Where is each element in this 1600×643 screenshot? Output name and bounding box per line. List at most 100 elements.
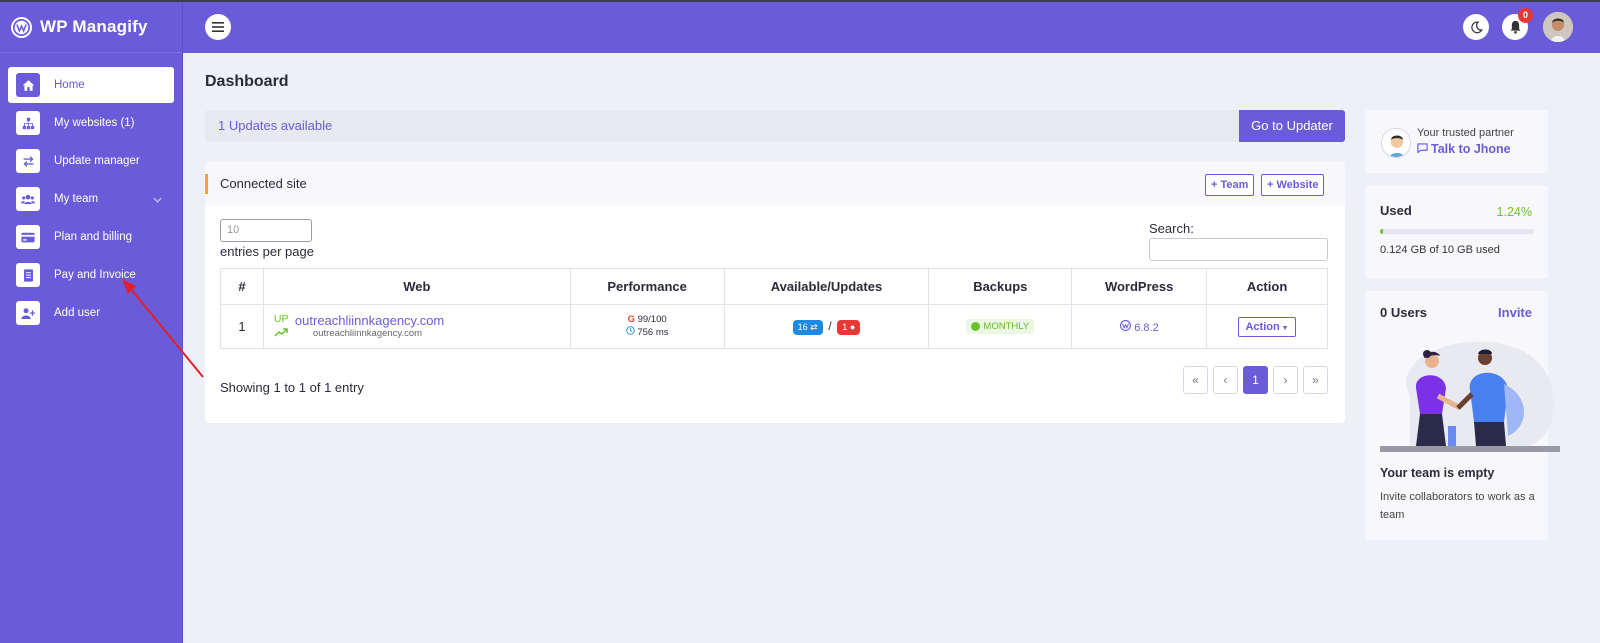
sidebar-item-update-manager[interactable]: Update manager xyxy=(8,143,174,179)
bell-icon xyxy=(1510,20,1520,34)
backup-frequency: MONTHLY xyxy=(983,321,1030,332)
storage-progress-bar xyxy=(1380,229,1534,234)
site-link[interactable]: outreachliinnkagency.com xyxy=(295,313,444,328)
page-title: Dashboard xyxy=(205,73,289,90)
user-plus-icon xyxy=(16,301,40,325)
trending-up-icon xyxy=(274,328,288,337)
sidebar-item-home[interactable]: Home xyxy=(8,67,174,103)
user-avatar[interactable] xyxy=(1543,12,1573,42)
pagination-prev[interactable]: ‹ xyxy=(1213,366,1238,394)
add-team-label: Team xyxy=(1220,179,1249,191)
team-illustration xyxy=(1380,341,1560,452)
sidebar-item-label: Update manager xyxy=(54,155,140,167)
available-updates-cell: 16 ⇄ / 1 ● xyxy=(723,304,930,349)
users-count: 0 Users xyxy=(1380,305,1427,320)
pagination-info: Showing 1 to 1 of 1 entry xyxy=(220,380,364,395)
row-number: 1 xyxy=(220,304,264,349)
users-icon xyxy=(16,187,40,211)
team-empty-description: Invite collaborators to work as a team xyxy=(1380,491,1535,521)
sidebar: WP Managify Home My websites (1) Update … xyxy=(0,2,183,643)
entries-per-page-input[interactable]: 10 xyxy=(220,219,312,242)
wordpress-icon xyxy=(1119,319,1131,334)
sidebar-item-pay-invoice[interactable]: Pay and Invoice xyxy=(8,257,174,293)
team-empty-title: Your team is empty xyxy=(1380,466,1495,480)
update-dot-icon: ● xyxy=(849,321,856,332)
sidebar-item-label: Plan and billing xyxy=(54,231,133,243)
pagination-last[interactable]: » xyxy=(1303,366,1328,394)
home-icon xyxy=(16,73,40,97)
go-to-updater-button[interactable]: Go to Updater xyxy=(1239,110,1345,142)
sidebar-item-my-websites[interactable]: My websites (1) xyxy=(8,105,174,141)
moon-icon xyxy=(1470,21,1483,33)
wp-logo-icon xyxy=(11,16,32,38)
updates-count: 1 xyxy=(842,321,848,332)
column-header[interactable]: # xyxy=(220,268,264,305)
talk-to-partner-link[interactable]: Talk to Jhone xyxy=(1417,142,1511,156)
updates-pill[interactable]: 1 ● xyxy=(837,319,861,335)
card-title: Connected site xyxy=(220,176,307,191)
pagination-next[interactable]: › xyxy=(1273,366,1298,394)
pagination-first[interactable]: « xyxy=(1183,366,1208,394)
site-status: UP xyxy=(273,313,289,325)
sitemap-icon xyxy=(16,111,40,135)
chat-icon xyxy=(1417,142,1428,156)
clock-icon xyxy=(625,326,635,338)
credit-card-icon xyxy=(16,225,40,249)
person-avatar-icon xyxy=(1389,135,1405,157)
chevron-down-icon xyxy=(153,194,162,206)
pagination-page-1[interactable]: 1 xyxy=(1243,366,1268,394)
updates-available-banner: 1 Updates available xyxy=(205,110,1245,142)
available-pill[interactable]: 16 ⇄ xyxy=(792,319,823,335)
sidebar-item-label: Pay and Invoice xyxy=(54,269,136,281)
search-input[interactable] xyxy=(1149,238,1328,261)
backup-badge: MONTHLY xyxy=(966,319,1035,334)
dark-mode-toggle-button[interactable] xyxy=(1463,14,1489,40)
add-website-label: Website xyxy=(1276,179,1319,191)
hamburger-icon xyxy=(212,22,224,32)
invoice-icon xyxy=(16,263,40,287)
google-icon: G xyxy=(627,314,635,325)
top-header: 0 xyxy=(183,2,1600,53)
wordpress-version: 6.8.2 xyxy=(1134,322,1159,334)
wordpress-cell: 6.8.2 xyxy=(1071,304,1208,349)
storage-percent: 1.24% xyxy=(1496,205,1532,219)
storage-card: Used 1.24% 0.124 GB of 10 GB used xyxy=(1365,186,1548,278)
partner-avatar xyxy=(1381,128,1411,158)
column-header[interactable]: Action xyxy=(1206,268,1328,305)
connected-site-card: Connected site + Team + Website 10 entri… xyxy=(205,162,1345,423)
available-count: 16 xyxy=(797,321,808,332)
status-dot-icon xyxy=(971,322,981,331)
team-card: 0 Users Invite Your team is empty Invite… xyxy=(1365,291,1560,540)
sidebar-item-label: My team xyxy=(54,193,99,205)
search-label: Search: xyxy=(1149,221,1194,236)
performance-score: 99/100 xyxy=(637,314,667,325)
column-header[interactable]: WordPress xyxy=(1071,268,1208,305)
web-cell: UP outreachliinnkagency.com outreachliin… xyxy=(262,304,571,349)
invite-link[interactable]: Invite xyxy=(1498,305,1532,320)
brand[interactable]: WP Managify xyxy=(0,2,182,53)
sites-table: # Web Performance Available/Updates Back… xyxy=(220,268,1328,349)
column-header[interactable]: Performance xyxy=(569,268,725,305)
row-action-dropdown[interactable]: Action ▼ xyxy=(1238,316,1296,337)
sidebar-item-add-user[interactable]: Add user xyxy=(8,295,174,331)
table-header-row: # Web Performance Available/Updates Back… xyxy=(220,268,1328,305)
add-team-button[interactable]: + Team xyxy=(1205,174,1255,196)
sidebar-item-label: Home xyxy=(54,79,85,91)
sidebar-item-my-team[interactable]: My team xyxy=(8,181,174,217)
exchange-icon xyxy=(16,149,40,173)
storage-usage-text: 0.124 GB of 10 GB used xyxy=(1380,244,1500,256)
sidebar-item-plan-billing[interactable]: Plan and billing xyxy=(8,219,174,255)
column-header[interactable]: Backups xyxy=(928,268,1073,305)
storage-progress-fill xyxy=(1380,229,1384,234)
column-header[interactable]: Available/Updates xyxy=(723,268,930,305)
column-header[interactable]: Web xyxy=(262,268,571,305)
notifications-button[interactable]: 0 xyxy=(1502,8,1533,40)
separator: / xyxy=(828,319,832,334)
sidebar-item-label: My websites (1) xyxy=(54,117,135,129)
entries-per-page-label: entries per page xyxy=(220,244,314,259)
storage-title: Used xyxy=(1380,203,1412,218)
notification-badge: 0 xyxy=(1518,8,1533,23)
brand-name: WP Managify xyxy=(40,17,148,36)
add-website-button[interactable]: + Website xyxy=(1261,174,1325,196)
menu-toggle-button[interactable] xyxy=(205,14,231,40)
